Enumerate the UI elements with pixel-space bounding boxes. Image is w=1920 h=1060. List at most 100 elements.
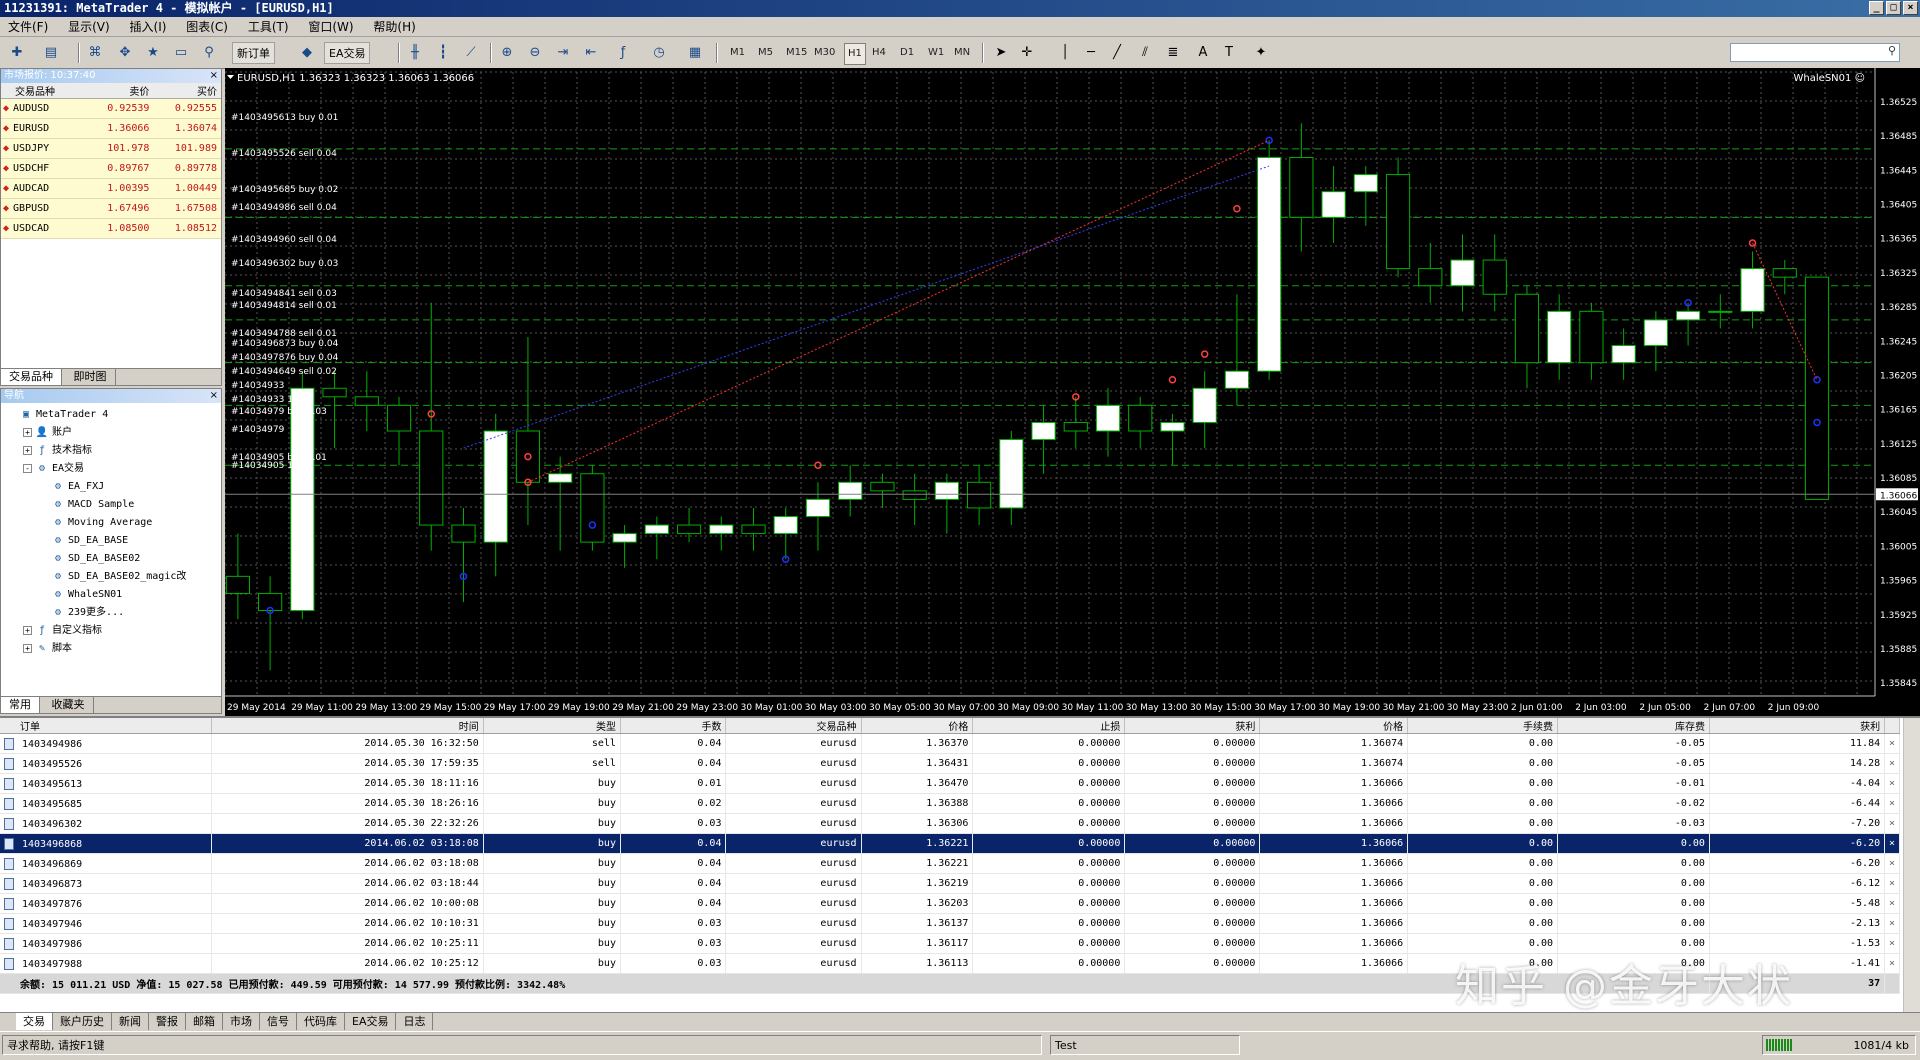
ea-trading-button[interactable]: EA交易 — [324, 42, 371, 64]
autoscroll-icon[interactable]: ⇥ — [552, 42, 574, 64]
col-header[interactable]: 止损 — [972, 718, 1126, 734]
order-row[interactable]: 1403495685 2014.05.30 18:26:16 buy 0.02 euru… — [0, 793, 1900, 814]
tab-tick-chart[interactable]: 即时图 — [66, 369, 116, 385]
shapes-icon[interactable]: ✦ — [1250, 42, 1272, 64]
price-chart[interactable]: EURUSD,H1 1.36323 1.36323 1.36063 1.3606… — [225, 68, 1920, 716]
navigator-icon[interactable]: ✥ — [114, 42, 136, 64]
new-chart-icon[interactable]: ✚ — [6, 42, 28, 64]
tester-icon[interactable]: ⚲ — [198, 42, 220, 64]
nav-item[interactable]: + ƒ 自定义指标 — [7, 622, 221, 640]
terminal-scrollbar[interactable] — [1903, 718, 1920, 1012]
col-header[interactable]: 订单 — [0, 718, 212, 734]
symbol-row[interactable]: ◆ AUDCAD 1.00395 1.00449 — [1, 178, 221, 199]
order-row[interactable]: 1403497876 2014.06.02 10:00:08 buy 0.04 euru… — [0, 893, 1900, 914]
search-input[interactable]: ⚲ — [1730, 43, 1900, 62]
minimize-button[interactable]: _ — [1869, 1, 1884, 15]
order-row[interactable]: 1403495613 2014.05.30 18:11:16 buy 0.01 euru… — [0, 773, 1900, 794]
indicators-icon[interactable]: ƒ — [612, 42, 634, 64]
tf-m15[interactable]: M15 — [786, 43, 807, 63]
fibo-icon[interactable]: ≣ — [1162, 42, 1184, 64]
col-header[interactable]: 交易品种 — [725, 718, 862, 734]
tf-h1[interactable]: H1 — [844, 43, 866, 65]
symbol-row[interactable]: ◆ GBPUSD 1.67496 1.67508 — [1, 198, 221, 219]
close-order-icon[interactable]: × — [1884, 753, 1900, 774]
bar-chart-icon[interactable]: ╫ — [404, 42, 426, 64]
horizontal-line-icon[interactable]: ─ — [1080, 42, 1102, 64]
order-row[interactable]: 1403494986 2014.05.30 16:32:50 sell 0.04 eur… — [0, 733, 1900, 754]
tf-d1[interactable]: D1 — [900, 43, 914, 63]
nav-item[interactable]: ▣ MetaTrader 4 — [7, 406, 221, 424]
col-header[interactable]: 类型 — [483, 718, 621, 734]
col-header[interactable]: 时间 — [211, 718, 484, 734]
close-icon[interactable]: × — [210, 69, 218, 83]
menu-chart[interactable]: 图表(C) — [178, 17, 236, 37]
col-symbol[interactable]: 交易品种 — [1, 83, 86, 99]
tab-favorites[interactable]: 收藏夹 — [44, 697, 94, 713]
terminal-tab[interactable]: 邮箱 — [186, 1013, 223, 1030]
menu-window[interactable]: 窗口(W) — [300, 17, 361, 37]
zoom-in-icon[interactable]: ⊕ — [496, 42, 518, 64]
col-header[interactable]: 库存费 — [1557, 718, 1710, 734]
order-row[interactable]: 1403496869 2014.06.02 03:18:08 buy 0.04 euru… — [0, 853, 1900, 874]
chart-shift-icon[interactable]: ⇤ — [580, 42, 602, 64]
nav-item[interactable]: ⚙ SD_EA_BASE02_magic改 — [7, 568, 221, 586]
terminal-tab[interactable]: 新闻 — [112, 1013, 149, 1030]
maximize-button[interactable]: □ — [1886, 1, 1901, 15]
menu-insert[interactable]: 插入(I) — [122, 17, 175, 37]
nav-item[interactable]: - ⚙ EA交易 — [7, 460, 221, 478]
crosshair-icon[interactable]: ✛ — [1016, 42, 1038, 64]
close-order-icon[interactable]: × — [1884, 953, 1900, 974]
nav-item[interactable]: ⚙ WhaleSN01 — [7, 586, 221, 604]
col-header[interactable]: 获利 — [1709, 718, 1886, 734]
terminal-icon[interactable]: ▭ — [170, 42, 192, 64]
menu-tools[interactable]: 工具(T) — [240, 17, 297, 37]
favorites-icon[interactable]: ★ — [142, 42, 164, 64]
terminal-tab[interactable]: EA交易 — [345, 1013, 397, 1030]
terminal-tab[interactable]: 代码库 — [297, 1013, 345, 1030]
nav-item[interactable]: + 👤 账户 — [7, 424, 221, 442]
candlestick-icon[interactable]: ┇ — [432, 42, 454, 64]
nav-item[interactable]: ⚙ SD_EA_BASE — [7, 532, 221, 550]
close-order-icon[interactable]: × — [1884, 833, 1900, 854]
tf-w1[interactable]: W1 — [928, 43, 944, 63]
expand-icon[interactable]: + — [23, 428, 32, 437]
menu-file[interactable]: 文件(F) — [0, 17, 56, 37]
symbol-row[interactable]: ◆ EURUSD 1.36066 1.36074 — [1, 118, 221, 139]
metaeditor-icon[interactable]: ◆ — [296, 42, 318, 64]
market-watch-icon[interactable]: ⌘ — [84, 42, 106, 64]
symbol-row[interactable]: ◆ AUDUSD 0.92539 0.92555 — [1, 98, 221, 119]
close-icon[interactable]: × — [210, 389, 218, 403]
terminal-tab[interactable]: 日志 — [396, 1013, 434, 1030]
channel-icon[interactable]: ⫽ — [1134, 42, 1156, 64]
periods-icon[interactable]: ◷ — [648, 42, 670, 64]
col-header[interactable] — [1884, 718, 1900, 734]
chart-window[interactable]: EURUSD,H1 1.36323 1.36323 1.36063 1.3606… — [225, 68, 1920, 716]
col-header[interactable]: 获利 — [1124, 718, 1261, 734]
zoom-out-icon[interactable]: ⊖ — [524, 42, 546, 64]
symbol-row[interactable]: ◆ USDJPY 101.978 101.989 — [1, 138, 221, 159]
col-bid[interactable]: 卖价 — [85, 83, 154, 99]
text-tool-icon[interactable]: A — [1192, 42, 1214, 64]
close-order-icon[interactable]: × — [1884, 773, 1900, 794]
order-row[interactable]: 1403496302 2014.05.30 22:32:26 buy 0.03 euru… — [0, 813, 1900, 834]
tf-mn[interactable]: MN — [954, 43, 970, 63]
terminal-tab[interactable]: 信号 — [260, 1013, 297, 1030]
new-order-button[interactable]: 新订单 — [232, 42, 275, 64]
close-order-icon[interactable]: × — [1884, 873, 1900, 894]
close-order-icon[interactable]: × — [1884, 813, 1900, 834]
tf-m1[interactable]: M1 — [730, 43, 745, 63]
order-row[interactable]: 1403495526 2014.05.30 17:59:35 sell 0.04 eur… — [0, 753, 1900, 774]
col-ask[interactable]: 买价 — [153, 83, 221, 99]
col-header[interactable]: 价格 — [861, 718, 974, 734]
nav-item[interactable]: ⚙ EA_FXJ — [7, 478, 221, 496]
trendline-icon[interactable]: ╱ — [1106, 42, 1128, 64]
nav-item[interactable]: ⚙ Moving Average — [7, 514, 221, 532]
order-row[interactable]: 1403496868 2014.06.02 03:18:08 buy 0.04 euru… — [0, 833, 1900, 854]
nav-item[interactable]: ⚙ SD_EA_BASE02 — [7, 550, 221, 568]
symbol-row[interactable]: ◆ USDCAD 1.08500 1.08512 — [1, 218, 221, 239]
expand-icon[interactable]: - — [23, 464, 32, 473]
symbol-row[interactable]: ◆ USDCHF 0.89767 0.89778 — [1, 158, 221, 179]
order-row[interactable]: 1403497946 2014.06.02 10:10:31 buy 0.03 euru… — [0, 913, 1900, 934]
close-order-icon[interactable]: × — [1884, 853, 1900, 874]
nav-item[interactable]: ⚙ 239更多... — [7, 604, 221, 622]
